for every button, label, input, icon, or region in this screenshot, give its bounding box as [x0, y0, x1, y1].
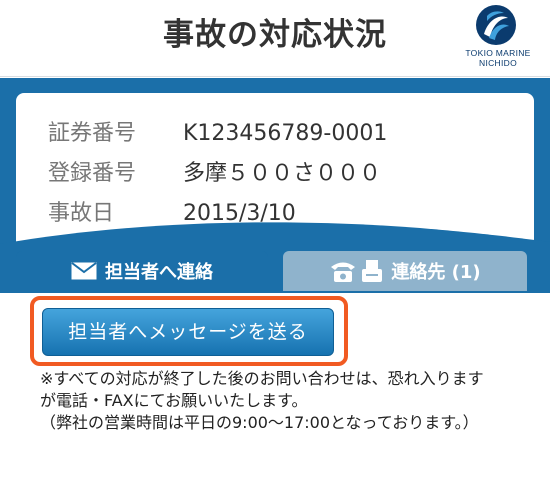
info-row-registration: 登録番号 多摩５００さ０００ — [48, 156, 381, 192]
company-logo: TOKIO MARINE NICHIDO — [456, 4, 540, 70]
policy-number-value: K123456789-0001 — [183, 121, 388, 146]
logo-text-line2: NICHIDO — [479, 58, 517, 68]
info-row-policy: 証券番号 K123456789-0001 — [48, 116, 387, 152]
phone-icon — [329, 259, 357, 283]
notice-text: ※すべての対応が終了した後のお問い合わせは、恐れ入ります が電話・FAXにてお願… — [40, 368, 520, 434]
notice-line-2: が電話・FAXにてお願いいたします。 — [40, 391, 308, 410]
tab-contacts[interactable]: 連絡先 (1) — [283, 251, 527, 291]
send-message-button[interactable]: 担当者へメッセージを送る — [42, 308, 334, 356]
tokio-marine-logo-icon — [476, 5, 516, 45]
registration-number-value: 多摩５００さ０００ — [183, 161, 382, 186]
header: 事故の対応状況 TOKIO MARINE NICHIDO — [0, 0, 550, 77]
policy-number-label: 証券番号 — [48, 121, 137, 146]
logo-text-line1: TOKIO MARINE — [465, 48, 531, 58]
tab-contact-person[interactable]: 担当者へ連絡 — [16, 251, 268, 291]
notice-line-3: （弊社の営業時間は平日の9:00〜17:00となっております。） — [40, 413, 479, 432]
mail-icon — [71, 262, 97, 280]
notice-line-1: ※すべての対応が終了した後のお問い合わせは、恐れ入ります — [40, 369, 484, 388]
fax-icon — [361, 259, 383, 283]
tab-contacts-label: 連絡先 (1) — [391, 262, 481, 283]
tab-contact-person-label: 担当者へ連絡 — [105, 262, 213, 283]
registration-number-label: 登録番号 — [48, 161, 137, 186]
